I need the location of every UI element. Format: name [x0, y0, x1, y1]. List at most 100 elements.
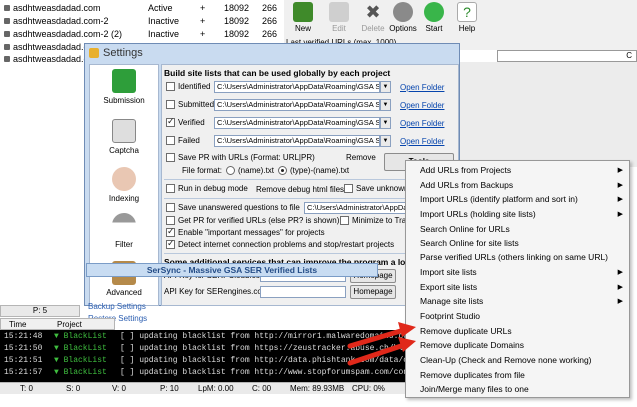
verified-path-field[interactable]: C:\Users\Administrator\AppData\Roaming\G…	[214, 117, 380, 129]
submenu-arrow-icon: ▶	[617, 269, 623, 276]
log-col-project[interactable]: Project	[57, 320, 82, 329]
verified-checkbox[interactable]: Verified	[166, 116, 205, 127]
submenu-arrow-icon: ▶	[617, 167, 623, 174]
options-button[interactable]: Options	[388, 2, 418, 33]
menu-manage-site-lists[interactable]: Manage site lists	[420, 296, 483, 306]
menu-import-holding[interactable]: Import URLs (holding site lists)	[420, 209, 536, 219]
log-col-time[interactable]: Time	[9, 320, 26, 329]
status-cpu: CPU: 0%	[352, 384, 385, 393]
checkbox-box[interactable]	[166, 184, 175, 193]
submitted-path-field[interactable]: C:\Users\Administrator\AppData\Roaming\G…	[214, 99, 380, 111]
last-verified-header: C	[497, 50, 637, 62]
menu-join-merge[interactable]: Join/Merge many files to one	[420, 384, 529, 394]
save-unknown-checkbox[interactable]: Save unknown	[344, 184, 408, 193]
section-site-lists: Build site lists that can be used global…	[164, 68, 391, 78]
failed-path-field[interactable]: C:\Users\Administrator\AppData\Roaming\G…	[214, 135, 380, 147]
menu-search-urls[interactable]: Search Online for URLs	[420, 224, 510, 234]
nav-submission[interactable]: Submission	[90, 69, 158, 105]
project-icon	[4, 31, 10, 37]
submitted-open-folder-link[interactable]: Open Folder	[400, 101, 444, 110]
help-button[interactable]: ? Help	[452, 2, 482, 33]
main-toolbar: New Edit ✖ Delete Options Start ? Help	[284, 0, 637, 38]
failed-open-folder-link[interactable]: Open Folder	[400, 137, 444, 146]
menu-parse-verified[interactable]: Parse verified URLs (others linking on s…	[420, 252, 608, 262]
menu-clean-up[interactable]: Clean-Up (Check and Remove none working)	[420, 355, 592, 365]
checkbox-box[interactable]	[166, 82, 175, 91]
checkbox-box[interactable]	[166, 100, 175, 109]
save-pr-checkbox[interactable]: Save PR with URLs (Format: URL|PR)	[166, 153, 315, 162]
project-row[interactable]: asdhtweasdadad.com-2 (2) Inactive + 1809…	[0, 28, 284, 40]
important-messages-checkbox[interactable]: Enable "important messages" for projects	[166, 226, 325, 237]
menu-add-urls-projects[interactable]: Add URLs from Projects	[420, 165, 511, 175]
detect-connection-checkbox[interactable]: Detect internet connection problems and …	[166, 238, 394, 249]
menu-import-identify[interactable]: Import URLs (identify platform and sort …	[420, 194, 578, 204]
serengines-homepage-button[interactable]: Homepage	[350, 285, 396, 299]
menu-remove-duplicates-file[interactable]: Remove duplicates from file	[420, 370, 525, 380]
menu-export-site-lists[interactable]: Export site lists	[420, 282, 477, 292]
edit-button[interactable]: Edit	[324, 2, 354, 33]
captcha-icon	[112, 119, 136, 143]
checkbox-box[interactable]	[166, 226, 175, 237]
nav-captcha[interactable]: Captcha	[90, 119, 158, 155]
failed-checkbox[interactable]: Failed	[166, 136, 200, 145]
save-unanswered-checkbox[interactable]: Save unanswered questions to file	[166, 203, 300, 212]
chevron-down-icon[interactable]: ▼	[380, 99, 391, 111]
start-button[interactable]: Start	[419, 2, 449, 33]
chevron-down-icon[interactable]: ▼	[380, 81, 391, 93]
get-pr-checkbox[interactable]: Get PR for verified URLs (else PR? is sh…	[166, 216, 339, 225]
menu-remove-duplicate-urls[interactable]: Remove duplicate URLs	[420, 326, 512, 336]
verified-open-folder-link[interactable]: Open Folder	[400, 119, 444, 128]
checkbox-box[interactable]	[166, 153, 175, 162]
project-icon	[4, 18, 10, 24]
status-mem: Mem: 89.93MB	[290, 384, 345, 393]
project-row[interactable]: asdhtweasdadad.com Active + 18092 266	[0, 2, 284, 14]
menu-import-site-lists[interactable]: Import site lists	[420, 267, 477, 277]
sersync-banner[interactable]: SerSync - Massive GSA SER Verified Lists	[86, 263, 378, 277]
indexing-icon	[112, 167, 136, 191]
serengines-api-input[interactable]	[260, 286, 346, 298]
submenu-arrow-icon: ▶	[617, 298, 623, 305]
tools-context-menu: Add URLs from Projects ▶ Add URLs from B…	[405, 160, 630, 398]
checkbox-box[interactable]	[166, 216, 175, 225]
minimize-tray-checkbox[interactable]: Minimize to Tray	[340, 216, 410, 225]
identified-checkbox[interactable]: Identified	[166, 82, 210, 91]
gear-icon	[393, 2, 413, 22]
remove-label[interactable]: Remove	[346, 153, 376, 162]
project-row[interactable]: asdhtweasdadad.com-2 Inactive + 18092 26…	[0, 15, 284, 27]
checkbox-box[interactable]	[166, 238, 175, 249]
checkbox-box[interactable]	[166, 116, 175, 127]
nav-indexing[interactable]: Indexing	[90, 167, 158, 203]
submenu-arrow-icon: ▶	[617, 284, 623, 291]
settings-window-icon	[89, 48, 99, 58]
menu-footprint-studio[interactable]: Footprint Studio	[420, 311, 480, 321]
radio-circle[interactable]	[278, 166, 287, 175]
chevron-down-icon[interactable]: ▼	[380, 135, 391, 147]
project-icon	[4, 44, 10, 50]
log-row: 15:21:51 ▼ BlackList [ ] updating blackl…	[4, 356, 418, 365]
settings-title-bar[interactable]: Settings	[85, 44, 459, 62]
checkbox-box[interactable]	[166, 203, 175, 212]
delete-button[interactable]: ✖ Delete	[358, 2, 388, 33]
checkbox-box[interactable]	[344, 184, 353, 193]
submitted-checkbox[interactable]: Submitted	[166, 100, 214, 109]
menu-add-urls-backups[interactable]: Add URLs from Backups	[420, 180, 513, 190]
radio-circle[interactable]	[226, 166, 235, 175]
identified-open-folder-link[interactable]: Open Folder	[400, 83, 444, 92]
menu-search-site-lists[interactable]: Search Online for site lists	[420, 238, 519, 248]
format-name-radio[interactable]: (name).txt	[226, 166, 274, 175]
format-type-name-radio[interactable]: (type)-(name).txt	[278, 166, 349, 175]
chevron-down-icon[interactable]: ▼	[380, 117, 391, 129]
file-format-label: File format:	[182, 166, 223, 175]
remove-debug-link[interactable]: Remove debug html files	[256, 185, 344, 194]
project-icon	[4, 5, 10, 11]
log-panel[interactable]: 15:21:48 ▼ BlackList [ ] updating blackl…	[0, 330, 418, 382]
identified-path-field[interactable]: C:\Users\Administrator\AppData\Roaming\G…	[214, 81, 380, 93]
checkbox-box[interactable]	[340, 216, 349, 225]
checkbox-box[interactable]	[166, 136, 175, 145]
menu-remove-duplicate-domains[interactable]: Remove duplicate Domains	[420, 340, 524, 350]
nav-filter[interactable]: Filter	[90, 213, 158, 249]
log-row: 15:21:57 ▼ BlackList [ ] updating blackl…	[4, 368, 418, 377]
backup-settings-link[interactable]: Backup Settings	[88, 302, 146, 311]
new-button[interactable]: New	[288, 2, 318, 33]
debug-checkbox[interactable]: Run in debug mode	[166, 184, 248, 193]
